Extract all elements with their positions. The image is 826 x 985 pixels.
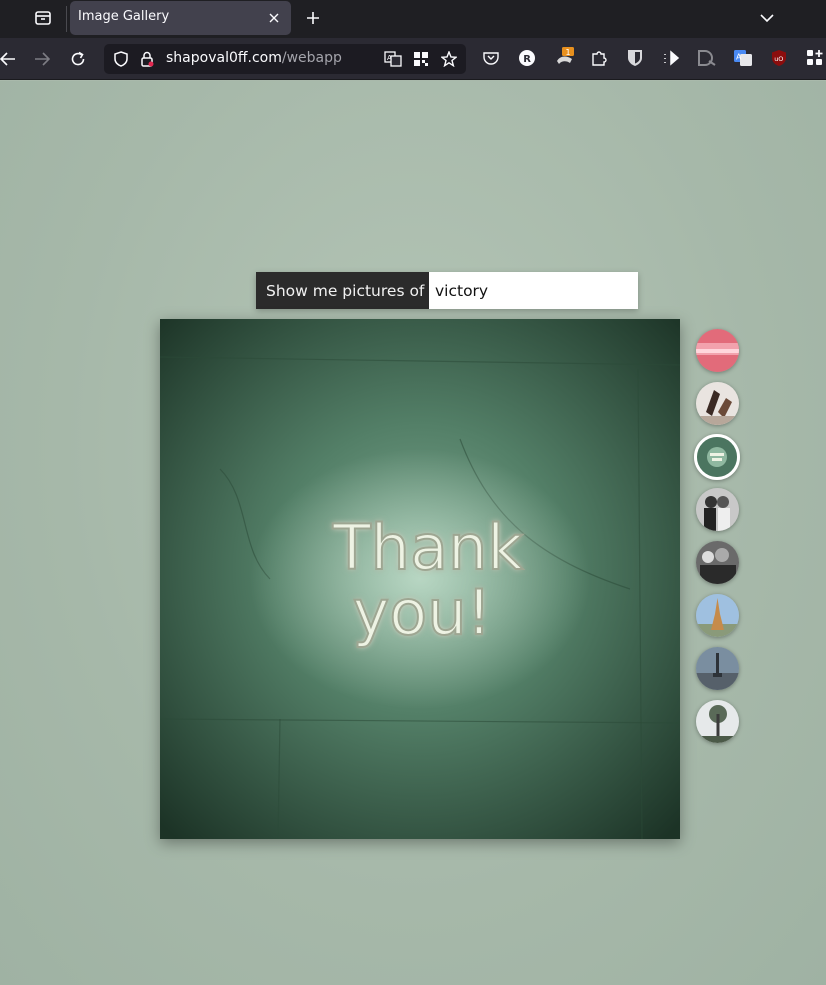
lock-icon[interactable] (138, 50, 156, 68)
arrow-right-icon (35, 52, 50, 66)
thumbnail-pink-abstract[interactable] (696, 329, 739, 372)
list-all-tabs-button[interactable] (754, 5, 780, 31)
translate-page-icon[interactable]: A (384, 50, 402, 68)
thumbnail-tree-tower[interactable] (696, 700, 739, 743)
thumbnail-bw-crowd[interactable] (696, 541, 739, 584)
new-tab-button[interactable] (300, 5, 326, 31)
share-arrow-icon[interactable] (660, 47, 682, 69)
dark-reader-icon[interactable] (696, 47, 718, 69)
pocket-icon[interactable] (480, 47, 502, 69)
address-bar[interactable]: shapoval0ff.com/webapp A (104, 44, 466, 74)
neon-text-line1: Thank (332, 511, 523, 584)
firefox-view-icon (35, 11, 51, 25)
more-tools-icon[interactable] (804, 47, 826, 69)
extension-badge: 1 (566, 48, 571, 57)
thumbnail-bw-couple[interactable] (696, 488, 739, 531)
extension-r-icon[interactable]: R (516, 47, 538, 69)
page-content: Show me pictures of victory Thank you! (0, 81, 826, 985)
neon-text-line2: you! (353, 576, 492, 649)
search-label: Show me pictures of (256, 272, 429, 309)
url-text: shapoval0ff.com/webapp (166, 50, 342, 66)
svg-text:A: A (387, 54, 392, 62)
qr-code-icon[interactable] (412, 50, 430, 68)
reload-button[interactable] (64, 45, 92, 73)
arrow-left-icon (0, 52, 15, 66)
plus-icon (307, 12, 319, 24)
translate-extension-icon[interactable]: A (732, 47, 754, 69)
bitwarden-icon[interactable] (624, 47, 646, 69)
navigation-toolbar: shapoval0ff.com/webapp A R 1 A uO (0, 38, 826, 80)
tab-image-gallery[interactable]: Image Gallery (70, 1, 291, 35)
url-path: /webapp (281, 50, 342, 66)
firefox-view-button[interactable] (28, 4, 58, 32)
main-image: Thank you! (160, 319, 680, 839)
close-icon (269, 13, 279, 23)
search-input[interactable] (429, 272, 638, 309)
back-button[interactable] (0, 45, 22, 73)
extension-notification-icon[interactable]: 1 (554, 47, 576, 69)
ublock-origin-icon[interactable]: uO (768, 47, 790, 69)
tracking-protection-shield-icon[interactable] (112, 50, 130, 68)
chevron-down-icon (760, 14, 774, 23)
thumbnail-eiffel-tower[interactable] (696, 594, 739, 637)
thumbnail-city-monument[interactable] (696, 647, 739, 690)
thumbnail-thank-you-neon[interactable] (694, 434, 740, 480)
search-bar: Show me pictures of (256, 272, 638, 309)
extensions-puzzle-icon[interactable] (588, 47, 610, 69)
close-tab-button[interactable] (265, 9, 283, 27)
thumbnail-chess-pieces[interactable] (696, 382, 739, 425)
tab-strip: Image Gallery (0, 0, 826, 38)
tab-separator (66, 6, 67, 32)
svg-text:A: A (736, 53, 742, 62)
svg-text:uO: uO (774, 55, 783, 63)
url-host: shapoval0ff.com (166, 50, 282, 66)
forward-button[interactable] (28, 45, 56, 73)
tab-title: Image Gallery (78, 9, 170, 24)
reload-icon (71, 51, 85, 66)
svg-text:R: R (523, 54, 531, 65)
bookmark-star-icon[interactable] (440, 50, 458, 68)
